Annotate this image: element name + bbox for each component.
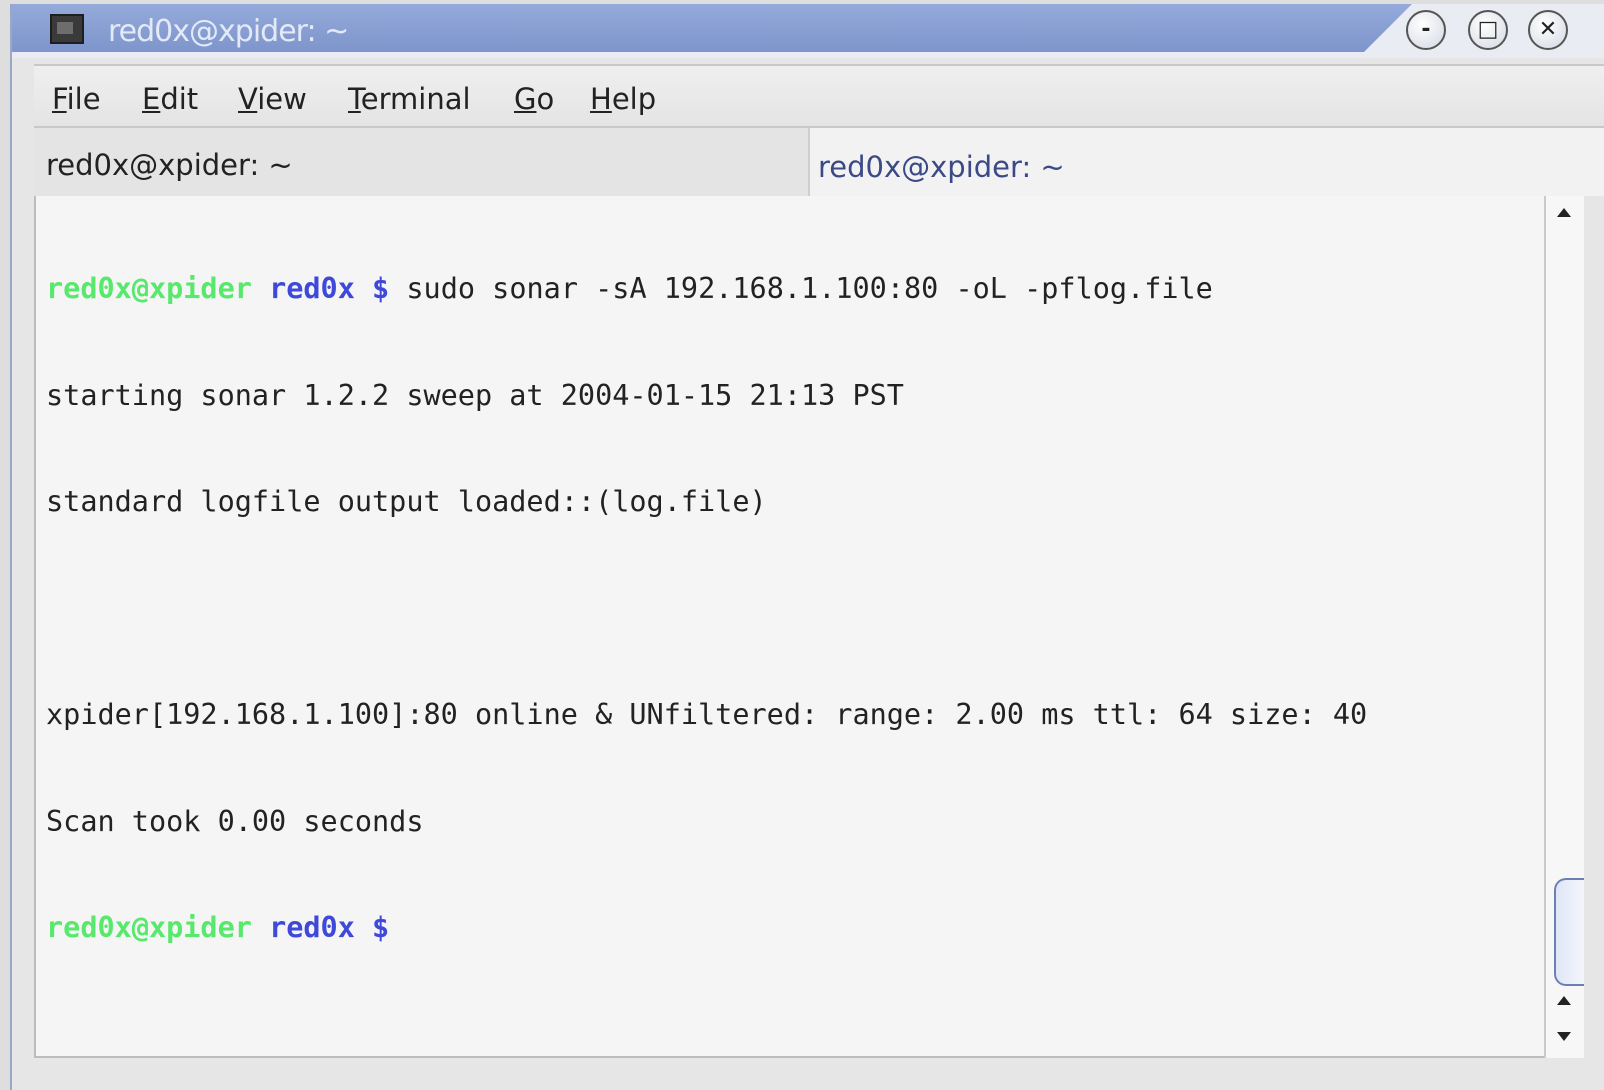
close-button[interactable]: ✕ (1528, 10, 1568, 50)
menu-help-mnemonic: H (590, 82, 612, 116)
prompt-host: red0x@xpider (46, 272, 252, 305)
menu-help[interactable]: Help (590, 82, 656, 116)
menu-view-label: iew (257, 82, 307, 116)
menu-bar: File Edit View Terminal Go Help (34, 64, 1604, 128)
terminal-line: standard logfile output loaded::(log.fil… (46, 485, 767, 518)
minimize-button[interactable]: - (1406, 10, 1446, 50)
tab-1[interactable]: red0x@xpider: ~ (34, 128, 810, 196)
menu-edit-label: dit (160, 82, 199, 116)
menu-file-label: ile (66, 82, 101, 116)
prompt-dir: red0x (269, 272, 355, 305)
terminal-line: starting sonar 1.2.2 sweep at 2004-01-15… (46, 378, 904, 412)
scroll-up-icon[interactable] (1557, 996, 1571, 1005)
menu-file[interactable]: File (52, 82, 101, 116)
terminal-line: Scan took 0.00 seconds (46, 804, 424, 838)
terminal-window: red0x@xpider: ~ - □ ✕ File Edit View Ter… (10, 4, 1604, 1090)
menu-file-mnemonic: F (52, 82, 67, 116)
menu-go-label: o (536, 82, 555, 116)
tab-2[interactable]: red0x@xpider: ~ (810, 128, 1604, 196)
menu-help-label: elp (611, 82, 657, 116)
tab-bar: red0x@xpider: ~ red0x@xpider: ~ (34, 128, 1604, 196)
prompt-dir: red0x (269, 911, 355, 944)
menu-terminal[interactable]: Terminal (348, 82, 471, 116)
menu-view[interactable]: View (238, 82, 307, 116)
maximize-button[interactable]: □ (1468, 10, 1508, 50)
prompt-host: red0x@xpider (46, 911, 252, 944)
terminal-output[interactable]: red0x@xpider red0x $ sudo sonar -sA 192.… (34, 196, 1544, 1058)
menu-terminal-mnemonic: T (348, 82, 361, 116)
scroll-thumb[interactable] (1554, 878, 1584, 986)
terminal-line-prompt: red0x@xpider red0x $ (46, 910, 1544, 946)
scroll-up-icon[interactable] (1557, 208, 1571, 217)
window-title: red0x@xpider: ~ (108, 14, 349, 49)
menu-terminal-label: erminal (360, 82, 471, 116)
menu-go-mnemonic: G (514, 82, 537, 116)
terminal-line-command: red0x@xpider red0x $ sudo sonar -sA 192.… (46, 271, 1544, 307)
terminal-app-icon[interactable] (50, 14, 84, 44)
menu-go[interactable]: Go (514, 82, 554, 116)
title-bar[interactable]: red0x@xpider: ~ - □ ✕ (12, 4, 1604, 58)
menu-edit-mnemonic: E (142, 82, 161, 116)
menu-edit[interactable]: Edit (142, 82, 198, 116)
menu-view-mnemonic: V (238, 82, 258, 116)
vertical-scrollbar[interactable] (1544, 196, 1584, 1058)
prompt-symbol: $ (372, 272, 390, 305)
command-text: sudo sonar -sA 192.168.1.100:80 -oL -pfl… (406, 272, 1213, 305)
scroll-down-icon[interactable] (1557, 1032, 1571, 1041)
window-bottom-border (34, 1058, 1604, 1090)
prompt-symbol: $ (372, 911, 390, 944)
terminal-line: xpider[192.168.1.100]:80 online & UNfilt… (46, 698, 1368, 731)
